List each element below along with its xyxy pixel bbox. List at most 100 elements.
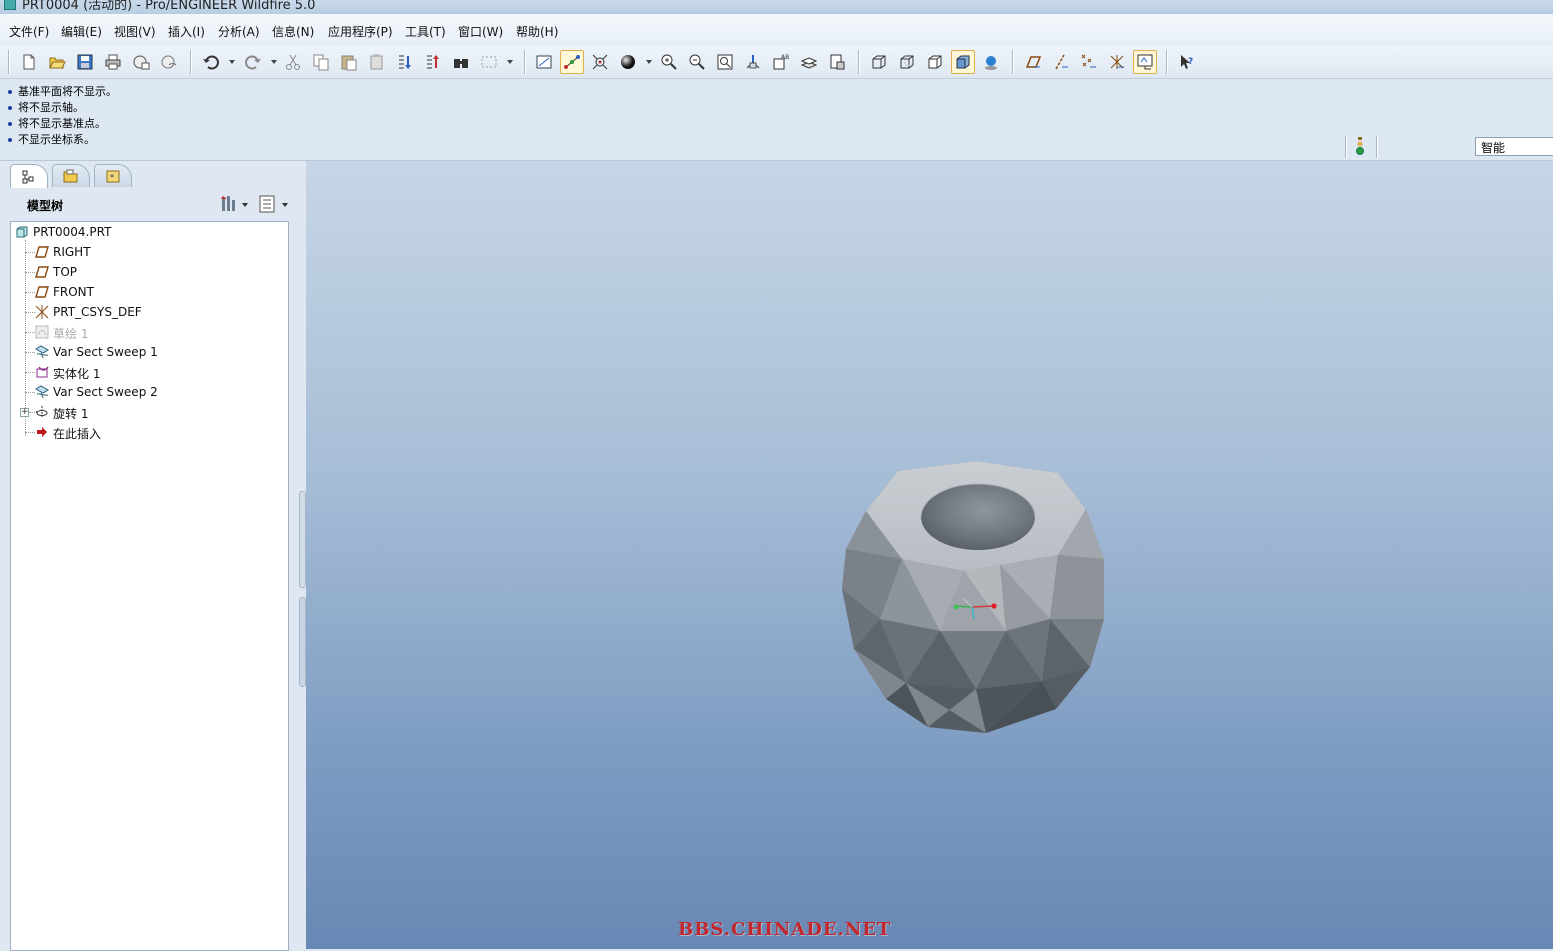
zoom-in-icon[interactable] (657, 50, 681, 74)
save-icon[interactable] (73, 50, 97, 74)
bullet-icon (8, 122, 12, 126)
appearance-dropdown-icon[interactable] (646, 60, 652, 64)
no-hidden-icon[interactable] (923, 50, 947, 74)
bullet-icon (8, 106, 12, 110)
hidden-line-icon[interactable] (895, 50, 919, 74)
tree-item-root[interactable]: PRT0004.PRT (11, 222, 281, 242)
annotation-icon[interactable] (1133, 50, 1157, 74)
sash-grip[interactable] (299, 491, 306, 588)
regen-status-icon[interactable] (1354, 137, 1366, 157)
send-mail-icon[interactable] (129, 50, 153, 74)
datum-plane-icon (35, 286, 49, 298)
sweep-icon (35, 345, 49, 359)
refit-icon[interactable] (713, 50, 737, 74)
paste-icon[interactable] (337, 50, 361, 74)
whats-this-icon[interactable]: ? (1175, 50, 1199, 74)
new-icon[interactable] (17, 50, 41, 74)
appearance-ball-icon[interactable] (616, 50, 640, 74)
csys-icon (35, 305, 49, 319)
tree-item[interactable]: PRT_CSYS_DEF (11, 302, 281, 322)
menu-view[interactable]: 视图(V) (114, 23, 156, 40)
layers-icon[interactable] (797, 50, 821, 74)
panel-sash[interactable] (298, 161, 306, 949)
paste-special-icon[interactable] (365, 50, 389, 74)
undo-dropdown-icon[interactable] (229, 60, 235, 64)
tree-item[interactable]: RIGHT (11, 242, 281, 262)
datum-axes-icon[interactable] (1049, 50, 1073, 74)
tree-item[interactable]: FRONT (11, 282, 281, 302)
saved-views-icon[interactable]: AB (769, 50, 793, 74)
menu-edit[interactable]: 编辑(E) (61, 23, 102, 40)
menu-tools[interactable]: 工具(T) (405, 23, 446, 40)
tree-connector (25, 332, 35, 333)
redo-dropdown-icon[interactable] (271, 60, 277, 64)
toolbar-separator (524, 50, 525, 74)
menu-analysis[interactable]: 分析(A) (218, 23, 260, 40)
toolbar-separator (1012, 50, 1013, 74)
status-divider (1345, 136, 1346, 158)
toolbar-separator (190, 50, 191, 74)
datum-display-icon[interactable] (532, 50, 556, 74)
3d-model-bead[interactable] (836, 459, 1116, 739)
tree-item[interactable]: 实体化 1 (11, 362, 281, 382)
tree-connector (25, 292, 35, 293)
enhanced-realism-icon[interactable] (979, 50, 1003, 74)
shading-icon[interactable] (951, 50, 975, 74)
tree-item[interactable]: + 旋转 1 (11, 402, 281, 422)
menu-applications[interactable]: 应用程序(P) (328, 23, 393, 40)
view-manager-icon[interactable] (825, 50, 849, 74)
cut-icon[interactable] (281, 50, 305, 74)
tree-connector (25, 372, 35, 373)
tree-connector (25, 352, 35, 353)
tree-item-insert-here[interactable]: 在此插入 (11, 422, 281, 442)
message-line: 将不显示基准点。 (8, 115, 106, 131)
open-icon[interactable] (45, 50, 69, 74)
find-icon[interactable] (449, 50, 473, 74)
wireframe-icon[interactable] (867, 50, 891, 74)
status-divider (1376, 136, 1377, 158)
datum-planes-icon[interactable] (1021, 50, 1045, 74)
tree-item[interactable]: Var Sect Sweep 2 (11, 382, 281, 402)
watermark-text: BBS.CHINADE.NET (678, 919, 892, 940)
main-toolbar: AB ? (0, 46, 1553, 79)
tab-favorites[interactable]: * (94, 164, 132, 187)
menu-info[interactable]: 信息(N) (272, 23, 314, 40)
app-icon (4, 0, 16, 10)
tree-item[interactable]: TOP (11, 262, 281, 282)
select-box-icon[interactable] (477, 50, 501, 74)
reorient-icon[interactable] (741, 50, 765, 74)
tab-model-tree[interactable] (10, 164, 48, 188)
solidify-icon (36, 366, 49, 378)
tree-show-icon[interactable] (258, 194, 294, 214)
regen-manager-icon[interactable] (421, 50, 445, 74)
menu-help[interactable]: 帮助(H) (516, 23, 558, 40)
select-box-dropdown-icon[interactable] (507, 60, 513, 64)
tree-item[interactable]: 草绘 1 (11, 322, 281, 342)
print-icon[interactable] (101, 50, 125, 74)
svg-text:?: ? (1188, 57, 1193, 67)
undo-icon[interactable] (199, 50, 223, 74)
copy-icon[interactable] (309, 50, 333, 74)
selection-filter-select[interactable]: 智能 (1475, 137, 1553, 156)
datum-points-icon[interactable] (1077, 50, 1101, 74)
tree-settings-icon[interactable] (218, 194, 254, 214)
orient-mode-icon[interactable] (588, 50, 612, 74)
tab-folder-browser[interactable] (52, 164, 90, 187)
tree-item[interactable]: Var Sect Sweep 1 (11, 342, 281, 362)
menu-insert[interactable]: 插入(I) (168, 23, 205, 40)
sash-grip[interactable] (299, 597, 306, 687)
menu-file[interactable]: 文件(F) (9, 23, 49, 40)
zoom-out-icon[interactable] (685, 50, 709, 74)
model-tree: PRT0004.PRT RIGHT TOP FRONT PRT_CSYS_DEF… (10, 221, 289, 951)
message-line: 不显示坐标系。 (8, 131, 95, 147)
message-area: 基准平面将不显示。 将不显示轴。 将不显示基准点。 不显示坐标系。 (0, 79, 1553, 161)
send-link-icon[interactable] (157, 50, 181, 74)
graphics-viewport[interactable]: BBS.CHINADE.NET (306, 161, 1553, 949)
menu-window[interactable]: 窗口(W) (458, 23, 503, 40)
coord-systems-icon[interactable] (1105, 50, 1129, 74)
redo-icon[interactable] (241, 50, 265, 74)
regenerate-icon[interactable] (393, 50, 417, 74)
toolbar-separator (8, 50, 9, 74)
expand-plus-icon[interactable]: + (20, 408, 29, 417)
spin-center-icon[interactable] (560, 50, 584, 74)
